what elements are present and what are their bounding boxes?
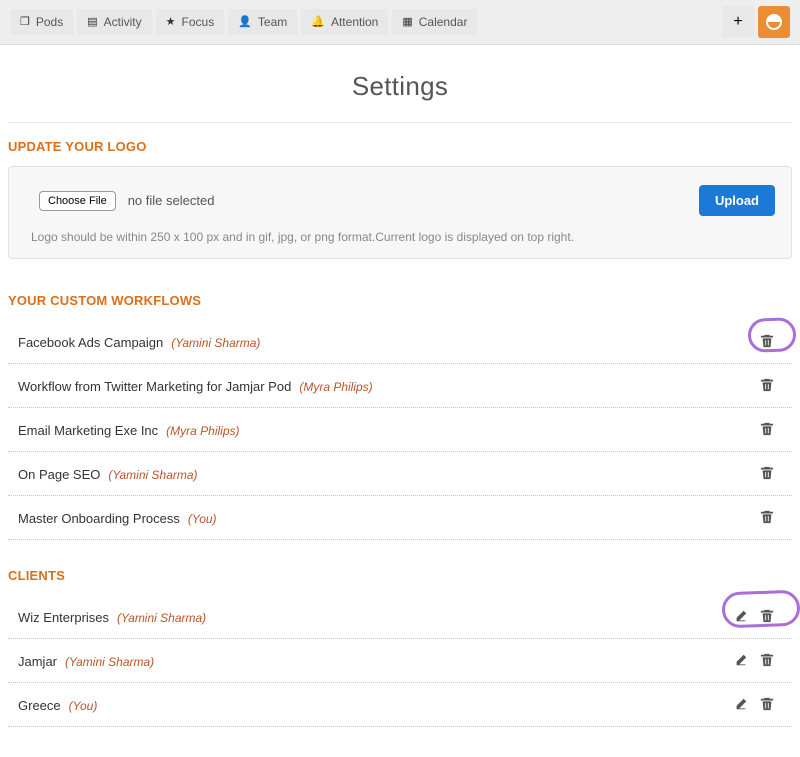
client-row: Wiz Enterprises (Yamini Sharma) <box>8 595 792 639</box>
workflow-owner: (Myra Philips) <box>299 380 372 394</box>
choose-file-button[interactable]: Choose File <box>39 191 116 211</box>
row-actions <box>758 332 790 353</box>
workflow-title: On Page SEO <box>18 467 100 482</box>
client-owner: (Yamini Sharma) <box>65 655 154 669</box>
row-actions <box>758 420 790 441</box>
workflow-owner: (Yamini Sharma) <box>171 336 260 350</box>
logo-upload-panel: Choose File no file selected Upload Logo… <box>8 166 792 259</box>
app-logo-button[interactable] <box>758 6 790 38</box>
nav-tab-focus[interactable]: ★ Focus <box>156 9 225 35</box>
delete-client-button[interactable] <box>758 607 776 628</box>
nav-right-actions: + <box>722 6 790 38</box>
workflow-row: Master Onboarding Process (You) <box>8 496 792 540</box>
client-title: Wiz Enterprises <box>18 610 109 625</box>
delete-client-button[interactable] <box>758 651 776 672</box>
row-actions <box>758 464 790 485</box>
person-icon: 👤 <box>238 17 252 28</box>
upload-row: Choose File no file selected Upload <box>25 185 775 216</box>
workflows-list: Facebook Ads Campaign (Yamini Sharma) Wo… <box>8 320 792 540</box>
delete-client-button[interactable] <box>758 695 776 716</box>
workflow-title: Email Marketing Exe Inc <box>18 423 158 438</box>
nav-tab-team[interactable]: 👤 Team <box>228 9 297 35</box>
nav-tab-calendar[interactable]: ▦ Calendar <box>392 9 477 35</box>
edit-icon <box>734 609 748 623</box>
page-title: Settings <box>8 71 792 102</box>
workflow-title: Workflow from Twitter Marketing for Jamj… <box>18 379 291 394</box>
section-heading-workflows: YOUR CUSTOM WORKFLOWS <box>8 293 792 308</box>
workflow-owner: (Myra Philips) <box>166 424 239 438</box>
delete-workflow-button[interactable] <box>758 508 776 529</box>
workflow-owner: (You) <box>188 512 217 526</box>
nav-tab-label: Team <box>258 15 287 29</box>
delete-workflow-button[interactable] <box>758 464 776 485</box>
workflow-row: On Page SEO (Yamini Sharma) <box>8 452 792 496</box>
workflow-row: Facebook Ads Campaign (Yamini Sharma) <box>8 320 792 364</box>
nav-tab-pods[interactable]: ❐ Pods <box>10 9 73 35</box>
row-actions <box>732 607 790 628</box>
nav-tab-activity[interactable]: ▤ Activity <box>77 9 151 35</box>
nav-tabs: ❐ Pods ▤ Activity ★ Focus 👤 Team 🔔 Atten… <box>10 9 718 35</box>
workflow-title: Facebook Ads Campaign <box>18 335 163 350</box>
client-owner: (You) <box>69 699 98 713</box>
workflow-row: Workflow from Twitter Marketing for Jamj… <box>8 364 792 408</box>
nav-tab-label: Focus <box>182 15 215 29</box>
delete-workflow-button[interactable] <box>758 332 776 353</box>
row-actions <box>732 651 790 672</box>
nav-tab-label: Pods <box>36 15 63 29</box>
upload-button[interactable]: Upload <box>699 185 775 216</box>
file-status-text: no file selected <box>128 193 215 208</box>
edit-client-button[interactable] <box>732 695 750 716</box>
client-title: Greece <box>18 698 61 713</box>
edit-icon <box>734 653 748 667</box>
trash-icon <box>760 466 774 480</box>
nav-tab-label: Attention <box>331 15 378 29</box>
nav-tab-attention[interactable]: 🔔 Attention <box>301 9 388 35</box>
trash-icon <box>760 378 774 392</box>
bell-icon: 🔔 <box>311 17 325 28</box>
logo-hint-text: Logo should be within 250 x 100 px and i… <box>25 230 775 244</box>
trash-icon <box>760 609 774 623</box>
activity-icon: ▤ <box>87 17 97 28</box>
trash-icon <box>760 653 774 667</box>
plus-icon: + <box>733 13 742 31</box>
workflow-title: Master Onboarding Process <box>18 511 180 526</box>
client-title: Jamjar <box>18 654 57 669</box>
section-heading-clients: CLIENTS <box>8 568 792 583</box>
nav-tab-label: Calendar <box>419 15 468 29</box>
row-actions <box>758 376 790 397</box>
section-heading-logo: UPDATE YOUR LOGO <box>8 139 792 154</box>
client-owner: (Yamini Sharma) <box>117 611 206 625</box>
trash-icon <box>760 334 774 348</box>
edit-client-button[interactable] <box>732 651 750 672</box>
add-button[interactable]: + <box>722 6 754 38</box>
app-logo-icon <box>766 14 782 30</box>
row-actions <box>732 695 790 716</box>
trash-icon <box>760 422 774 436</box>
workflow-row: Email Marketing Exe Inc (Myra Philips) <box>8 408 792 452</box>
trash-icon <box>760 510 774 524</box>
clients-list: Wiz Enterprises (Yamini Sharma) Jamjar (… <box>8 595 792 727</box>
star-icon: ★ <box>166 17 176 28</box>
client-row: Jamjar (Yamini Sharma) <box>8 639 792 683</box>
top-navbar: ❐ Pods ▤ Activity ★ Focus 👤 Team 🔔 Atten… <box>0 0 800 45</box>
workflow-owner: (Yamini Sharma) <box>108 468 197 482</box>
delete-workflow-button[interactable] <box>758 376 776 397</box>
calendar-icon: ▦ <box>402 17 412 28</box>
edit-client-button[interactable] <box>732 607 750 628</box>
divider <box>8 122 792 123</box>
client-row: Greece (You) <box>8 683 792 727</box>
nav-tab-label: Activity <box>104 15 142 29</box>
delete-workflow-button[interactable] <box>758 420 776 441</box>
page-container: Settings UPDATE YOUR LOGO Choose File no… <box>0 71 800 757</box>
pods-icon: ❐ <box>20 17 30 28</box>
row-actions <box>758 508 790 529</box>
